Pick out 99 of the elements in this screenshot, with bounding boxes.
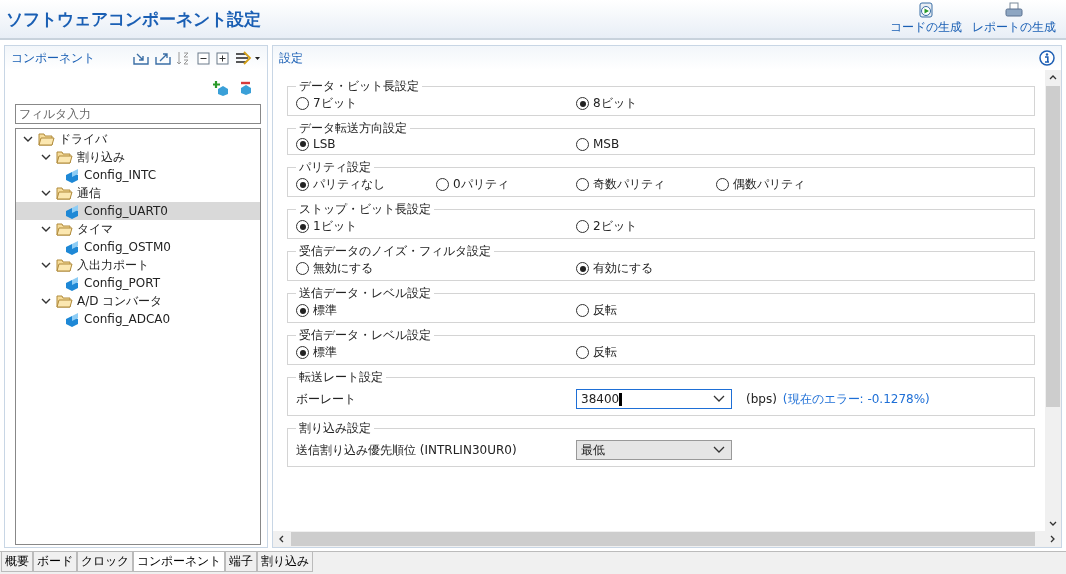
header-action-button[interactable]: コードの生成 — [890, 2, 962, 36]
radio-option[interactable]: 有効にする — [576, 260, 653, 277]
radio-button[interactable] — [296, 262, 309, 275]
radio-option[interactable]: 反転 — [576, 302, 617, 319]
field-label: 送信割り込み優先順位 (INTRLIN30UR0) — [296, 441, 518, 459]
chevron-down-icon[interactable] — [713, 446, 725, 454]
component-icon — [64, 167, 80, 183]
radio-button[interactable] — [576, 346, 589, 359]
folder-icon — [38, 132, 55, 146]
radio-option[interactable]: 偶数パリティ — [716, 176, 805, 193]
radio-button[interactable] — [296, 304, 309, 317]
tree-item[interactable]: タイマ — [16, 220, 260, 238]
export-icon[interactable] — [155, 51, 171, 65]
vertical-scrollbar[interactable] — [1045, 70, 1061, 531]
tree-item[interactable]: A/D コンバータ — [16, 292, 260, 310]
scroll-up-icon[interactable] — [1048, 73, 1058, 81]
group-legend: パリティ設定 — [296, 159, 374, 176]
tree-item[interactable]: Config_UART0 — [16, 202, 260, 220]
folder-icon — [56, 150, 73, 164]
tree-item[interactable]: Config_INTC — [16, 166, 260, 184]
radio-button[interactable] — [436, 178, 449, 191]
group-legend: 受信データのノイズ・フィルタ設定 — [296, 243, 494, 260]
printer-icon — [1005, 2, 1023, 18]
folder-icon — [56, 258, 73, 272]
tree-item[interactable]: Config_PORT — [16, 274, 260, 292]
bottom-tab[interactable]: クロック — [77, 552, 133, 572]
field-label: ボーレート — [296, 390, 357, 408]
tree-item[interactable]: 通信 — [16, 184, 260, 202]
folder-icon — [56, 294, 73, 308]
tree-item[interactable]: ドライバ — [16, 130, 260, 148]
radio-option[interactable]: 反転 — [576, 344, 617, 361]
error-note: (現在のエラー: -0.1278%) — [782, 390, 930, 408]
dropdown-field[interactable]: 最低 — [576, 440, 732, 460]
component-icon — [64, 311, 80, 327]
radio-button[interactable] — [716, 178, 729, 191]
scroll-right-icon[interactable] — [1049, 534, 1057, 544]
group-legend: データ・ビット長設定 — [296, 78, 422, 95]
import-icon[interactable] — [133, 51, 149, 65]
scroll-left-icon[interactable] — [277, 534, 285, 544]
radio-option[interactable]: パリティなし — [296, 176, 385, 193]
radio-option[interactable]: 標準 — [296, 344, 337, 361]
bottom-tab[interactable]: コンポーネント — [133, 552, 225, 572]
header-action-button[interactable]: レポートの生成 — [972, 2, 1056, 36]
radio-option[interactable]: 8ビット — [576, 95, 637, 112]
bottom-tab[interactable]: 概要 — [1, 552, 33, 572]
unit-label: (bps) — [746, 392, 777, 406]
link-menu-icon[interactable] — [235, 51, 261, 65]
radio-option[interactable]: 0パリティ — [436, 176, 509, 193]
horizontal-scrollbar[interactable] — [273, 531, 1061, 547]
info-icon[interactable] — [1039, 50, 1055, 66]
radio-button[interactable] — [296, 178, 309, 191]
tree-item[interactable]: 割り込み — [16, 148, 260, 166]
radio-option[interactable]: MSB — [576, 137, 620, 151]
bottom-tab[interactable]: ボード — [33, 552, 77, 572]
collapse-all-icon[interactable] — [197, 51, 210, 65]
folder-icon — [56, 186, 73, 200]
page-title: ソフトウェアコンポーネント設定 — [6, 7, 261, 31]
radio-option[interactable]: 標準 — [296, 302, 337, 319]
bottom-tab[interactable]: 端子 — [225, 552, 257, 572]
radio-button[interactable] — [576, 304, 589, 317]
radio-option[interactable]: 7ビット — [296, 95, 357, 112]
radio-button[interactable] — [576, 262, 589, 275]
tree-item[interactable]: 入出力ポート — [16, 256, 260, 274]
dropdown-field[interactable]: 38400 — [576, 389, 732, 409]
tree-item[interactable]: Config_ADCA0 — [16, 310, 260, 328]
scroll-down-icon[interactable] — [1048, 520, 1058, 528]
radio-option[interactable]: 1ビット — [296, 218, 357, 235]
component-icon — [64, 239, 80, 255]
radio-option[interactable]: 奇数パリティ — [576, 176, 665, 193]
group-legend: 転送レート設定 — [296, 369, 386, 386]
tree-item[interactable]: Config_OSTM0 — [16, 238, 260, 256]
radio-option[interactable]: LSB — [296, 137, 336, 151]
generate-code-icon — [918, 2, 934, 18]
group-legend: 受信データ・レベル設定 — [296, 327, 434, 344]
radio-button[interactable] — [296, 220, 309, 233]
group-legend: ストップ・ビット長設定 — [296, 201, 434, 218]
radio-button[interactable] — [576, 178, 589, 191]
bottom-tab[interactable]: 割り込み — [257, 552, 313, 572]
panel-title: コンポーネント — [11, 49, 95, 67]
group-legend: 割り込み設定 — [296, 420, 374, 437]
radio-button[interactable] — [576, 220, 589, 233]
chevron-down-icon[interactable] — [713, 395, 725, 403]
radio-button[interactable] — [296, 137, 309, 151]
expand-all-icon[interactable] — [216, 51, 229, 65]
component-icon — [64, 203, 80, 219]
filter-field[interactable]: フィルタ入力 — [15, 104, 261, 124]
radio-button[interactable] — [576, 97, 589, 110]
radio-button[interactable] — [576, 137, 589, 151]
folder-icon — [56, 222, 73, 236]
radio-option[interactable]: 無効にする — [296, 260, 373, 277]
sort-icon[interactable] — [177, 51, 191, 65]
group-legend: 送信データ・レベル設定 — [296, 285, 434, 302]
radio-button[interactable] — [296, 97, 309, 110]
panel-title: 設定 — [279, 49, 303, 67]
component-icon — [64, 275, 80, 291]
group-legend: データ転送方向設定 — [296, 120, 410, 137]
radio-button[interactable] — [296, 346, 309, 359]
add-component-icon[interactable] — [213, 80, 230, 96]
radio-option[interactable]: 2ビット — [576, 218, 637, 235]
